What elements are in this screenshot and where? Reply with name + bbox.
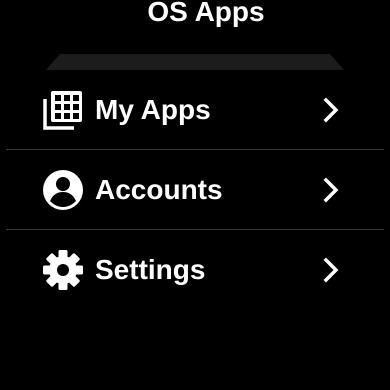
menu-item-label: Settings <box>95 254 206 285</box>
main-menu: My Apps Accounts Settings <box>0 70 390 310</box>
watch-screen: OS Apps My Apps Accounts Settings <box>0 0 390 390</box>
account-circle-icon <box>42 169 84 211</box>
chevron-right-icon <box>320 257 342 283</box>
scroll-edge-indicator <box>46 54 344 70</box>
menu-item-accounts[interactable]: Accounts <box>0 150 390 230</box>
page-title: OS Apps <box>0 0 390 32</box>
chevron-right-icon <box>320 97 342 123</box>
gear-icon <box>42 249 84 291</box>
menu-item-label: Accounts <box>95 174 223 205</box>
menu-item-label: My Apps <box>95 94 211 125</box>
chevron-right-icon <box>320 177 342 203</box>
page-title-text: OS Apps <box>147 0 265 27</box>
menu-item-my-apps[interactable]: My Apps <box>0 70 390 150</box>
menu-item-settings[interactable]: Settings <box>0 230 390 310</box>
apps-grid-icon <box>42 89 84 131</box>
